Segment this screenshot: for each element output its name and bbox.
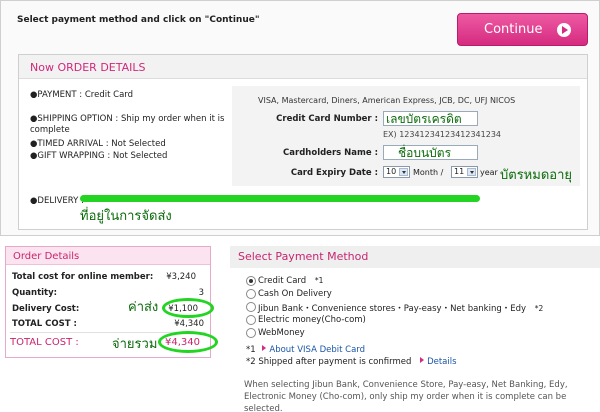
now-order-details-title: Now ORDER DETAILS xyxy=(30,61,146,74)
row-value: ¥3,240 xyxy=(166,272,196,282)
redaction-mark xyxy=(80,195,480,202)
option-electric-money[interactable]: Electric money(Cho-com) xyxy=(258,315,366,325)
option-jibun-bank[interactable]: Jibun Bank・Convenience stores・Pay-easy・N… xyxy=(258,302,543,314)
option-cash-on-delivery[interactable]: Cash On Delivery xyxy=(258,289,332,299)
details-link[interactable]: Details xyxy=(427,357,456,367)
payment-restriction-text: When selecting Jibun Bank, Convenience S… xyxy=(244,380,568,412)
gift-wrapping-summary: ●GIFT WRAPPING : Not Selected xyxy=(30,151,168,161)
row-value: 3 xyxy=(198,288,204,298)
holder-name-annotation: ชื่อบนบัตร xyxy=(398,146,452,160)
instruction-text: Select payment method and click on "Cont… xyxy=(17,15,260,25)
option-credit-card[interactable]: Credit Card *1 xyxy=(258,276,323,286)
shipping-option-summary: ●SHIPPING OPTION : Ship my order when it… xyxy=(30,114,225,135)
radio-electric-money[interactable] xyxy=(246,315,256,325)
shipping-cost-annotation: ค่าส่ง xyxy=(128,300,159,315)
cardholder-name-label: Cardholders Name : xyxy=(283,148,378,158)
card-number-label: Credit Card Number : xyxy=(276,114,378,124)
accepted-card-brands: VISA, Mastercard, Diners, American Expre… xyxy=(258,96,516,105)
arrow-right-icon xyxy=(420,357,425,363)
radio-jibun-bank[interactable] xyxy=(246,302,256,312)
total-paid-annotation: จ่ายรวม xyxy=(112,337,158,352)
expiry-month-select[interactable]: 10 xyxy=(383,166,410,178)
note-marker: *1 xyxy=(246,345,256,355)
arrow-right-icon xyxy=(557,23,571,37)
note-visa-debit: *1 About VISA Debit Card xyxy=(246,345,365,355)
grand-total-label: TOTAL COST : xyxy=(10,337,79,348)
option-label: Credit Card xyxy=(258,276,307,286)
payment-summary: ●PAYMENT : Credit Card xyxy=(30,90,134,100)
option-label: WebMoney xyxy=(258,328,305,338)
cardholder-name-field[interactable]: ชื่อบนบัตร xyxy=(383,145,478,160)
delivery-summary: ●DELIVERY : xyxy=(30,196,84,206)
radio-cash-on-delivery[interactable] xyxy=(246,289,256,299)
option-label: Electric money(Cho-com) xyxy=(258,315,366,325)
order-row-quantity: Quantity: 3 xyxy=(12,288,204,298)
radio-webmoney[interactable] xyxy=(246,328,256,338)
option-note: *2 xyxy=(534,304,544,313)
chevron-down-icon xyxy=(467,168,476,176)
option-note: *1 xyxy=(314,276,324,285)
continue-button[interactable]: Continue xyxy=(457,13,588,46)
note-text: *2 Shipped after payment is confirmed xyxy=(246,357,412,367)
chevron-down-icon xyxy=(399,168,408,176)
row-label: TOTAL COST : xyxy=(12,319,77,329)
expiry-year-value: 11 xyxy=(454,167,465,176)
card-number-example: EX) 12341234123412341234 xyxy=(383,130,501,139)
expiry-annotation: บัตรหมดอายุ xyxy=(500,168,572,183)
payment-method-title: Select Payment Method xyxy=(238,250,369,263)
row-label: Total cost for online member: xyxy=(12,272,154,282)
year-word: year xyxy=(480,168,498,177)
option-webmoney[interactable]: WebMoney xyxy=(258,328,305,338)
order-row-member-cost: Total cost for online member: ¥3,240 xyxy=(12,272,204,282)
radio-credit-card[interactable] xyxy=(246,276,256,286)
arrow-right-icon xyxy=(262,345,267,351)
expiry-month-value: 10 xyxy=(386,167,397,176)
delivery-address-annotation: ที่อยู่ในการจัดส่ง xyxy=(80,209,172,224)
annotation-circle xyxy=(158,331,218,353)
timed-arrival-summary: ●TIMED ARRIVAL : Not Selected xyxy=(30,139,166,149)
order-details-title: Order Details xyxy=(13,251,80,262)
note-shipped-after-payment: *2 Shipped after payment is confirmed De… xyxy=(246,357,457,367)
visa-debit-link[interactable]: About VISA Debit Card xyxy=(269,345,365,355)
row-label: Delivery Cost: xyxy=(12,304,80,314)
option-label: Cash On Delivery xyxy=(258,289,332,299)
card-expiry-label: Card Expiry Date : xyxy=(290,168,378,178)
row-value: ¥4,340 xyxy=(174,319,204,329)
continue-label: Continue xyxy=(484,22,543,37)
card-number-field[interactable]: เลขบัตรเครดิต xyxy=(383,111,478,126)
card-number-annotation: เลขบัตรเครดิต xyxy=(386,112,462,126)
expiry-year-select[interactable]: 11 xyxy=(451,166,478,178)
annotation-circle xyxy=(162,298,214,318)
month-word: Month / xyxy=(413,168,444,177)
option-label: Jibun Bank・Convenience stores・Pay-easy・N… xyxy=(258,304,527,314)
row-label: Quantity: xyxy=(12,288,58,298)
order-row-total-cost: TOTAL COST : ¥4,340 xyxy=(12,319,204,329)
